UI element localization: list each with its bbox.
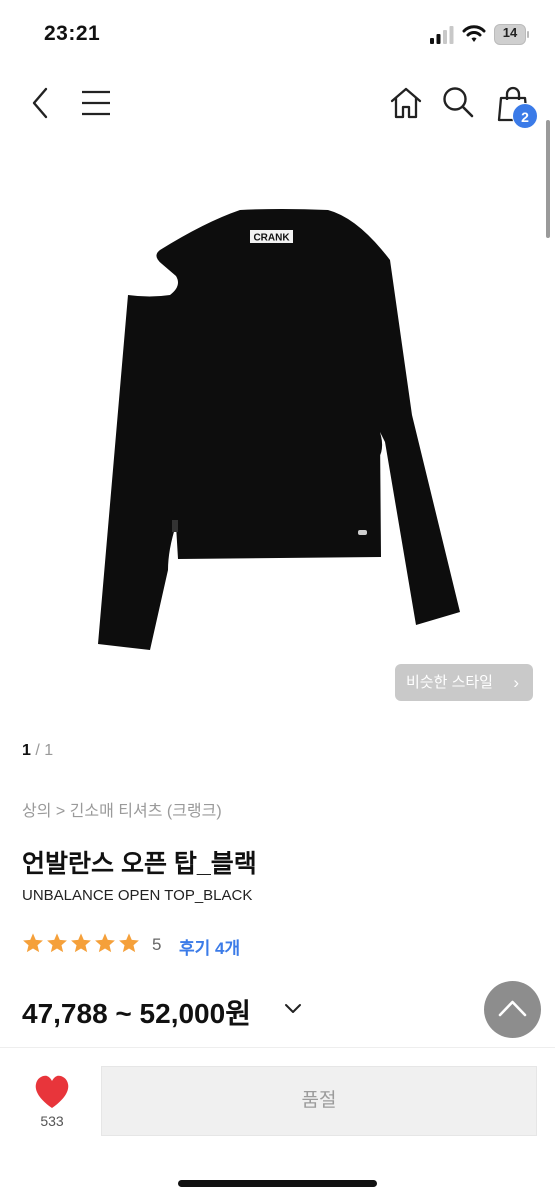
status-time: 23:21 [44, 22, 101, 45]
product-subtitle: UNBALANCE OPEN TOP_BLACK [22, 887, 253, 904]
sold-out-button[interactable]: 품절 [101, 1066, 537, 1136]
star-icon [71, 933, 91, 953]
price-range: 47,788 ~ 52,000원 [22, 998, 251, 1029]
star-icon [47, 933, 67, 953]
home-icon[interactable] [389, 86, 423, 120]
star-icon [95, 933, 115, 953]
rating-score: 5 [152, 935, 162, 954]
heart-icon [35, 1075, 69, 1108]
page-current: 1 [22, 742, 31, 759]
menu-icon[interactable] [80, 88, 112, 118]
brand-label: CRANK [253, 233, 290, 244]
wishlist-button[interactable]: 533 [20, 1062, 84, 1136]
chevron-down-icon[interactable] [284, 1003, 302, 1015]
wifi-icon [462, 25, 486, 42]
product-title: 언발란스 오픈 탑_블랙 [22, 850, 257, 878]
cellular-signal-icon [430, 26, 454, 44]
arrow-up-icon [498, 1000, 527, 1017]
review-count-link[interactable]: 후기 4개 [179, 934, 240, 959]
home-indicator[interactable] [178, 1180, 377, 1187]
cart-count-badge: 2 [512, 103, 538, 129]
rating-row: 5 후기 4개 [22, 932, 240, 958]
scroll-to-top-button[interactable] [484, 981, 541, 1038]
similar-style-button[interactable]: 비슷한 스타일 › [395, 664, 533, 701]
search-icon[interactable] [441, 85, 475, 119]
wishlist-count: 533 [40, 1113, 64, 1129]
similar-style-label: 비슷한 스타일 [406, 674, 493, 691]
breadcrumb[interactable]: 상의 > 긴소매 티셔츠 (크랭크) [22, 797, 222, 821]
image-page-indicator: 1 / 1 [22, 742, 53, 760]
product-image[interactable]: CRANK [90, 200, 465, 660]
bottom-bar-divider [0, 1047, 555, 1048]
battery-level: 14 [502, 25, 518, 40]
star-icon [23, 933, 43, 953]
battery-indicator: 14 [494, 24, 529, 45]
scrollbar[interactable] [546, 120, 550, 238]
page-total: / 1 [35, 742, 54, 759]
top-garment-body [98, 209, 460, 650]
chevron-right-icon: › [513, 673, 519, 692]
star-icon [119, 933, 139, 953]
back-icon[interactable] [28, 85, 56, 121]
